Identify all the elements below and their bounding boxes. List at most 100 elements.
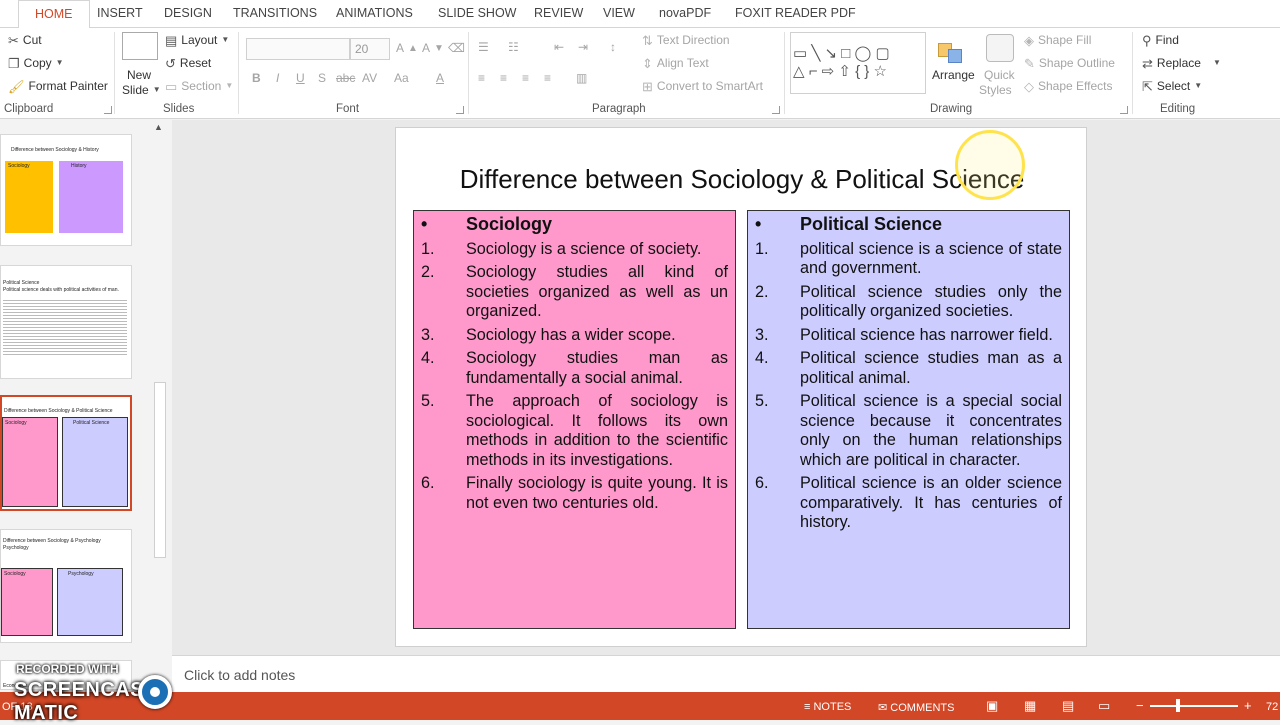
zoom-level[interactable]: 72	[1266, 701, 1278, 713]
numbering-icon[interactable]: ☷	[508, 40, 519, 54]
notes-pane[interactable]: Click to add notes	[172, 655, 1280, 692]
grow-font-button[interactable]: A ▲	[396, 41, 418, 55]
reset-label: Reset	[179, 56, 212, 70]
find-label: Find	[1155, 33, 1179, 47]
slide-thumbnail[interactable]: Difference between Sociology & Psycholog…	[0, 529, 132, 643]
thumbnail-col-label: Sociology	[8, 163, 30, 169]
align-text-button[interactable]: ⇕ Align Text	[642, 56, 709, 70]
copy-button[interactable]: ❐ Copy ▼	[8, 56, 64, 70]
decrease-indent-icon[interactable]: ⇤	[554, 40, 564, 54]
thumbnail-column: Political Science	[62, 417, 128, 507]
tab-transitions[interactable]: TRANSITIONS	[233, 6, 317, 20]
slide-sorter-icon[interactable]: ▦	[1024, 698, 1036, 714]
cursor-highlight	[955, 130, 1025, 200]
drawing-launcher-icon[interactable]	[1120, 106, 1128, 114]
strikethrough-button[interactable]: abc	[336, 71, 355, 85]
tab-novapdf[interactable]: novaPDF	[659, 6, 711, 20]
scroll-up-icon[interactable]: ▲	[154, 122, 163, 132]
slideshow-view-icon[interactable]: ▭	[1098, 698, 1110, 714]
copy-label: Copy	[23, 56, 52, 70]
political-science-textbox[interactable]: • Political Science 1. political science i…	[747, 210, 1070, 629]
list-item: 2. Sociology studies all kind of societie…	[421, 263, 728, 322]
bold-button[interactable]: B	[252, 71, 261, 85]
slide-thumbnail[interactable]: Difference between Sociology & History S…	[0, 134, 132, 246]
notes-status-button[interactable]: ≡ NOTES	[804, 701, 851, 713]
change-case-button[interactable]: Aa	[394, 71, 409, 85]
font-color-button[interactable]: A	[436, 71, 444, 85]
zoom-slider-thumb[interactable]	[1176, 699, 1180, 712]
replace-button[interactable]: ⇄ Replace ▼	[1142, 56, 1221, 70]
slide-thumbnail-selected[interactable]: Difference between Sociology & Political…	[0, 395, 132, 511]
new-slide-dropdown[interactable]: Slide ▼	[122, 83, 161, 97]
layout-button[interactable]: ▤ Layout ▼	[165, 33, 229, 47]
shape-fill-button[interactable]: ◈ Shape Fill	[1024, 33, 1091, 47]
list-item: 6. Finally sociology is quite young. It i…	[421, 474, 728, 513]
cut-button[interactable]: ✂ Cut	[8, 33, 42, 47]
replace-icon: ⇄	[1142, 55, 1153, 71]
tab-insert[interactable]: INSERT	[97, 6, 143, 20]
tab-animations[interactable]: ANIMATIONS	[336, 6, 413, 20]
tab-view[interactable]: VIEW	[603, 6, 635, 20]
line-spacing-icon[interactable]: ↕	[610, 40, 616, 54]
zoom-in-icon[interactable]: +	[1244, 698, 1252, 713]
shapes-gallery[interactable]: ▭ ╲ ↘ □ ◯ ▢ △ ⌐ ⇨ ⇧ { } ☆	[790, 32, 926, 94]
align-center-icon[interactable]: ≡	[500, 71, 507, 85]
select-button[interactable]: ⇱ Select ▼	[1142, 79, 1202, 93]
reading-view-icon[interactable]: ▤	[1062, 698, 1074, 714]
tab-design[interactable]: DESIGN	[164, 6, 212, 20]
watermark-line-1: RECORDED WITH	[16, 662, 119, 676]
comments-status-button[interactable]: ✉ COMMENTS	[878, 701, 954, 714]
reset-button[interactable]: ↺ Reset	[165, 56, 211, 70]
bullets-icon[interactable]: ☰	[478, 40, 489, 54]
underline-button[interactable]: U	[296, 71, 305, 85]
text-direction-button[interactable]: ⇅ Text Direction	[642, 33, 730, 47]
align-left-icon[interactable]: ≡	[478, 71, 485, 85]
section-button[interactable]: ▭ Section ▼	[165, 79, 233, 93]
columns-icon[interactable]: ▥	[576, 71, 587, 85]
list-item: 4. Sociology studies man as fundamentally…	[421, 349, 728, 388]
quick-styles-dropdown[interactable]: Styles	[979, 83, 1012, 97]
normal-view-icon[interactable]: ▣	[986, 698, 998, 714]
divider	[114, 32, 115, 114]
text-shadow-button[interactable]: S	[318, 71, 326, 85]
quick-styles-button[interactable]: Quick	[984, 68, 1015, 82]
tab-home[interactable]: HOME	[18, 0, 90, 29]
font-family-input[interactable]	[246, 38, 350, 60]
tab-slide-show[interactable]: SLIDE SHOW	[438, 6, 517, 20]
new-slide-button[interactable]: New	[127, 68, 151, 82]
align-text-label: Align Text	[656, 56, 709, 70]
item-text: political science is a science of state …	[800, 239, 1062, 278]
character-spacing-button[interactable]: AV	[362, 71, 377, 85]
slides-group-label: Slides	[163, 103, 195, 115]
arrange-button[interactable]: Arrange	[932, 68, 975, 82]
list-item: 4. Political science studies man as a pol…	[755, 349, 1062, 388]
clipboard-launcher-icon[interactable]	[104, 106, 112, 114]
italic-button[interactable]: I	[276, 71, 279, 85]
justify-icon[interactable]: ≡	[544, 71, 551, 85]
slide[interactable]: Difference between Sociology & Political…	[395, 127, 1087, 647]
scrollbar-thumb[interactable]	[154, 382, 166, 558]
shape-outline-button[interactable]: ✎ Shape Outline	[1024, 56, 1115, 70]
slide-thumbnail[interactable]: Political Science Political science deal…	[0, 265, 132, 379]
tab-foxit-reader-pdf[interactable]: FOXIT READER PDF	[735, 6, 856, 20]
chevron-down-icon: ▼	[225, 81, 234, 90]
zoom-slider[interactable]	[1150, 705, 1238, 707]
shape-effects-button[interactable]: ◇ Shape Effects	[1024, 79, 1113, 93]
font-launcher-icon[interactable]	[456, 106, 464, 114]
find-button[interactable]: ⚲ Find	[1142, 33, 1179, 47]
bullet: •	[421, 214, 428, 234]
tab-review[interactable]: REVIEW	[534, 6, 583, 20]
font-size-input[interactable]: 20	[350, 38, 390, 60]
align-right-icon[interactable]: ≡	[522, 71, 529, 85]
sociology-textbox[interactable]: • Sociology 1. Sociology is a science of s…	[413, 210, 736, 629]
convert-smartart-button[interactable]: ⊞ Convert to SmartArt	[642, 79, 763, 93]
shrink-font-button[interactable]: A ▼	[422, 41, 444, 55]
increase-indent-icon[interactable]: ⇥	[578, 40, 588, 54]
zoom-out-icon[interactable]: −	[1136, 698, 1144, 713]
paragraph-launcher-icon[interactable]	[772, 106, 780, 114]
clear-formatting-icon[interactable]: ⌫	[448, 41, 465, 55]
thumbnail-scrollbar[interactable]: ▲	[152, 120, 168, 690]
item-text: The approach of sociology is sociologica…	[466, 392, 728, 469]
format-painter-button[interactable]: 🖌 Format Painter	[8, 79, 108, 93]
section-icon: ▭	[165, 78, 178, 94]
